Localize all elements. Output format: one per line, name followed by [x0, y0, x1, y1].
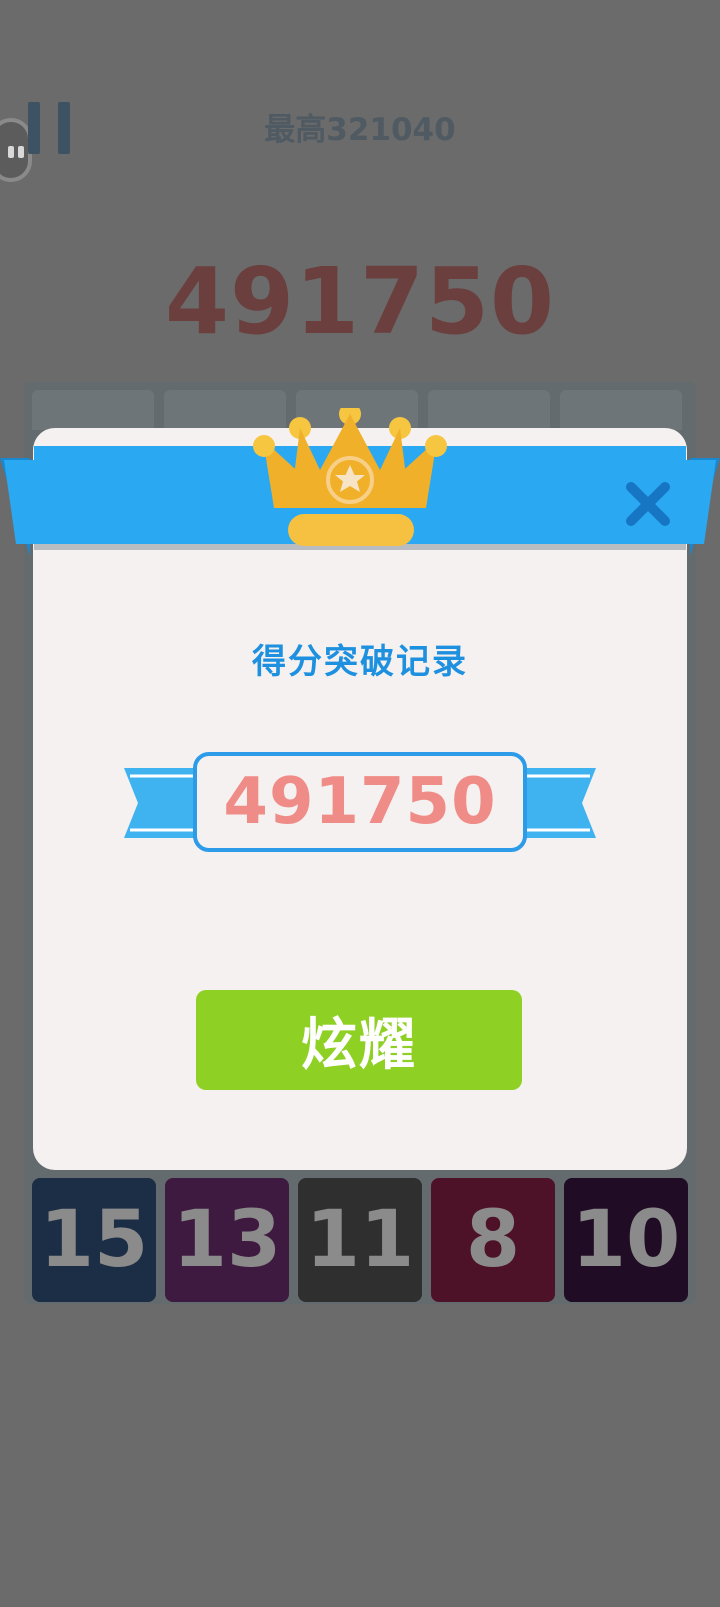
pause-button[interactable]	[28, 102, 72, 154]
board-column	[560, 390, 682, 430]
dialog-title: 得分突破记录	[252, 642, 468, 682]
tile[interactable]: 8	[431, 1178, 555, 1302]
pause-icon	[28, 102, 40, 154]
show-off-button[interactable]: 炫耀	[196, 990, 522, 1090]
record-score: 491750	[193, 752, 527, 852]
tile[interactable]: 13	[165, 1178, 289, 1302]
tile[interactable]: 11	[298, 1178, 422, 1302]
current-score: 491750	[164, 248, 556, 355]
close-x-icon	[626, 482, 670, 526]
tile[interactable]: 10	[564, 1178, 688, 1302]
tile[interactable]: 15	[32, 1178, 156, 1302]
board-column	[32, 390, 154, 430]
close-button[interactable]	[622, 478, 674, 530]
pause-icon	[58, 102, 70, 154]
crown-icon	[253, 408, 447, 546]
avatar-eye	[8, 146, 14, 158]
best-score: 最高321040	[264, 112, 456, 148]
avatar-eye	[18, 146, 24, 158]
